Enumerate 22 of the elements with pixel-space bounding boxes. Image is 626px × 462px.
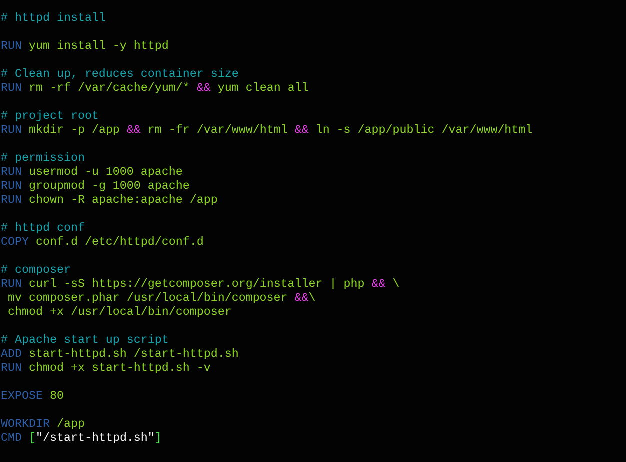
- code-line: CMD ["/start-httpd.sh"]: [1, 431, 163, 445]
- code-line: # permission: [1, 151, 86, 165]
- code-line: # Clean up, reduces container size: [1, 67, 240, 81]
- code-line: RUN rm -rf /var/cache/yum/* && yum clean all: [1, 81, 310, 95]
- code-line: # httpd install: [1, 11, 107, 25]
- code-line: # composer: [1, 263, 72, 277]
- code-line: RUN chmod +x start-httpd.sh -v: [1, 361, 212, 375]
- code-line: # httpd conf: [1, 221, 86, 235]
- code-line: # project root: [1, 109, 100, 123]
- code-line: RUN usermod -u 1000 apache: [1, 165, 184, 179]
- code-line: ADD start-httpd.sh /start-httpd.sh: [1, 347, 240, 361]
- code-line: mv composer.phar /usr/local/bin/composer &&\: [6, 291, 317, 305]
- code-line: RUN yum install -y httpd: [1, 39, 170, 53]
- code-line: WORKDIR /app: [1, 417, 86, 431]
- code-line: RUN mkdir -p /app && rm -fr /var/www/html && ln -s /app/public /var/www/html: [1, 123, 534, 137]
- code-line: # Apache start up script: [1, 333, 170, 347]
- code-line: EXPOSE 80: [1, 389, 65, 403]
- code-line: RUN curl -sS https://getcomposer.org/installer | php && \: [1, 277, 401, 291]
- code-line: COPY conf.d /etc/httpd/conf.d: [1, 235, 205, 249]
- code-line: chmod +x /usr/local/bin/composer: [6, 305, 233, 319]
- code-line: RUN groupmod -g 1000 apache: [1, 179, 191, 193]
- code-line: RUN chown -R apache:apache /app: [1, 193, 219, 207]
